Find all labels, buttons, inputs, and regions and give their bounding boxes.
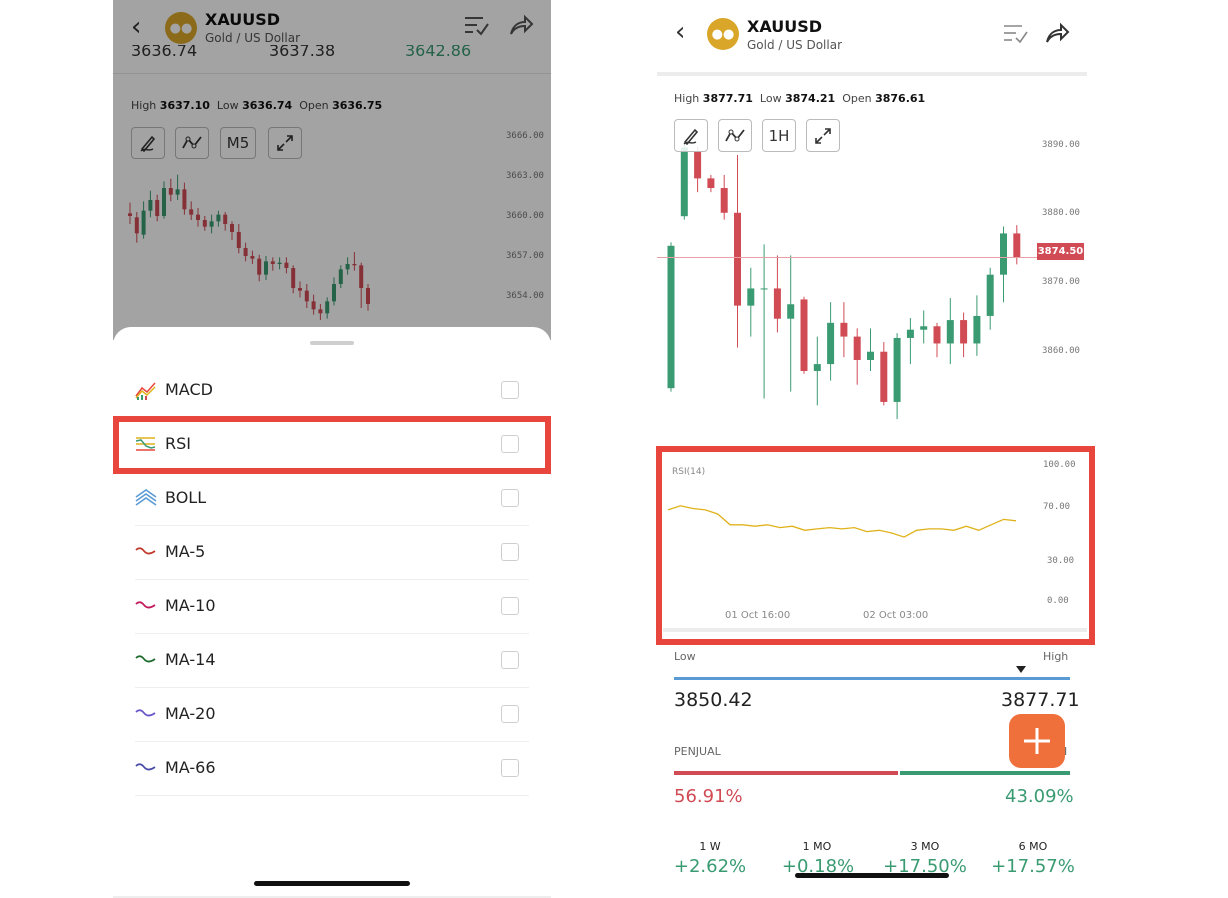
candle-body — [720, 188, 728, 213]
current-price-tag: 3874.50 — [1037, 243, 1084, 260]
buyer-bar — [900, 771, 1070, 775]
rsi-panel-highlight-box — [656, 446, 1095, 645]
sheet-handle[interactable] — [310, 341, 354, 345]
candle-body — [933, 326, 941, 344]
indicator-label: MACD — [165, 380, 213, 399]
indicator-label: MA-14 — [165, 650, 216, 669]
candle-body — [960, 320, 968, 344]
candle-body — [813, 364, 821, 371]
perf-value-1w: +2.62% — [673, 856, 747, 877]
right-candlestick-chart — [657, 144, 1037, 420]
candle-body — [694, 150, 702, 179]
candle-body — [893, 337, 901, 402]
expand-icon — [815, 127, 831, 144]
candle-body — [760, 288, 768, 290]
candle-body — [800, 299, 808, 371]
candle-body — [867, 351, 874, 360]
indicator-row-ma-14[interactable]: MA-14 — [135, 633, 529, 688]
price-tick: 3860.00 — [1042, 346, 1080, 356]
candle-body — [853, 336, 861, 360]
line-chart-icon — [725, 128, 745, 141]
range-bar — [674, 677, 1070, 680]
candle-body — [827, 322, 835, 365]
range-marker-icon — [1016, 666, 1026, 673]
rsi-highlight-box — [113, 416, 551, 474]
perf-label-1mo: 1 MO — [802, 840, 832, 853]
candle-body — [946, 320, 954, 344]
seller-label: PENJUAL — [674, 745, 721, 758]
seller-percent: 56.91% — [674, 786, 743, 807]
wave-icon — [135, 650, 157, 670]
price-tick: 3880.00 — [1042, 208, 1080, 218]
range-low-value: 3850.42 — [674, 689, 753, 711]
perf-label-6mo: 6 MO — [1018, 840, 1048, 853]
candle-body — [680, 147, 688, 217]
perf-label-3mo: 3 MO — [910, 840, 940, 853]
draw-tool-button[interactable] — [674, 119, 708, 152]
seller-bar — [674, 771, 898, 775]
wave-icon — [135, 596, 157, 616]
candle-body — [986, 274, 994, 316]
indicator-row-ma-66[interactable]: MA-66 — [135, 741, 529, 796]
candle-body — [707, 178, 715, 189]
range-high-value: 3877.71 — [1001, 689, 1080, 711]
indicator-row-ma-20[interactable]: MA-20 — [135, 687, 529, 742]
indicator-label: MA-66 — [165, 758, 216, 777]
indicator-sheet: MACD RSI BOLL MA-5 MA-10 MA-14 MA-20 MA-66 — [113, 327, 551, 898]
range-low-label: Low — [674, 650, 696, 663]
boll-icon — [135, 488, 157, 508]
price-tick: 3870.00 — [1042, 277, 1080, 287]
indicator-row-boll[interactable]: BOLL — [135, 471, 529, 526]
candle-body — [667, 245, 675, 389]
indicator-label: MA-10 — [165, 596, 216, 615]
pen-icon — [683, 128, 699, 145]
wave-icon — [135, 542, 157, 562]
buyer-percent: 43.09% — [1005, 786, 1074, 807]
candle-body — [906, 329, 914, 338]
range-high-label: High — [1043, 650, 1069, 663]
timeframe-button[interactable]: 1H — [762, 119, 796, 152]
add-button[interactable] — [1009, 714, 1065, 768]
candle-body — [880, 351, 888, 402]
perf-label-1w: 1 W — [699, 840, 721, 853]
indicator-checkbox[interactable] — [501, 651, 519, 669]
indicator-checkbox[interactable] — [501, 759, 519, 777]
indicator-checkbox[interactable] — [501, 543, 519, 561]
indicator-row-ma-10[interactable]: MA-10 — [135, 579, 529, 634]
wave-icon — [135, 758, 157, 778]
candle-body — [773, 288, 781, 319]
dim-overlay[interactable] — [113, 0, 551, 340]
candle-body — [734, 212, 741, 306]
macd-icon — [135, 380, 157, 400]
indicator-label: BOLL — [165, 488, 207, 507]
indicator-label: MA-5 — [165, 542, 206, 561]
indicator-checkbox[interactable] — [501, 705, 519, 723]
candle-body — [920, 326, 928, 330]
plus-icon — [1024, 728, 1050, 754]
wave-icon — [135, 704, 157, 724]
perf-value-6mo: +17.57% — [991, 856, 1075, 877]
indicator-row-macd[interactable]: MACD — [135, 363, 529, 418]
candle-body — [840, 322, 848, 337]
indicator-tool-button[interactable] — [718, 119, 752, 152]
indicator-checkbox[interactable] — [501, 381, 519, 399]
candle-body — [973, 315, 981, 344]
home-indicator — [254, 881, 410, 886]
candle-body — [1000, 233, 1007, 275]
indicator-row-ma-5[interactable]: MA-5 — [135, 525, 529, 580]
indicator-checkbox[interactable] — [501, 597, 519, 615]
indicator-label: MA-20 — [165, 704, 216, 723]
price-tick: 3890.00 — [1042, 140, 1080, 150]
candle-body — [787, 304, 795, 319]
expand-button[interactable] — [806, 119, 840, 152]
home-indicator — [795, 873, 949, 878]
indicator-checkbox[interactable] — [501, 489, 519, 507]
candle-body — [747, 288, 755, 306]
candle-body — [1013, 233, 1021, 258]
